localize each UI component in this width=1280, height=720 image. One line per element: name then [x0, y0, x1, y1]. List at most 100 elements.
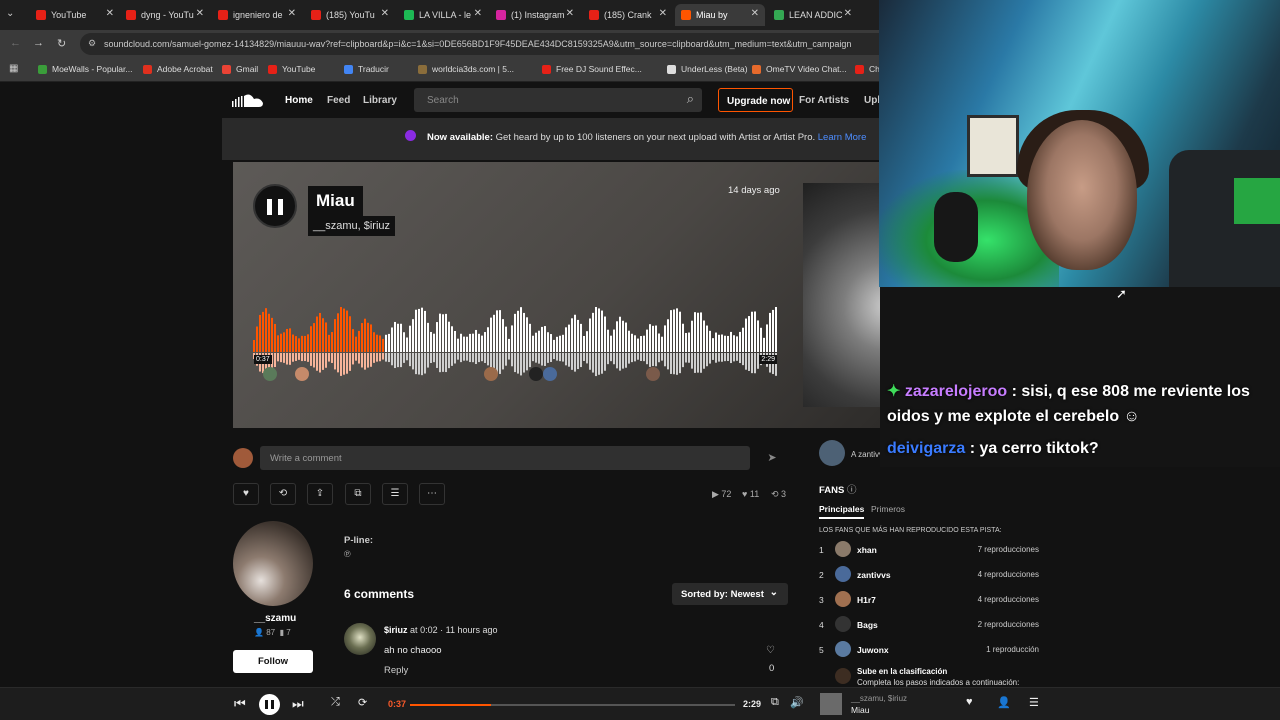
comment-input[interactable]: Write a comment: [260, 446, 750, 470]
browser-tab[interactable]: (185) Crank ✕: [583, 4, 673, 26]
player-track-thumbnail[interactable]: [820, 693, 842, 715]
more-button[interactable]: ⋯: [419, 483, 445, 505]
waveform-comment-avatar[interactable]: [529, 367, 543, 381]
uploader-avatar[interactable]: [233, 521, 313, 606]
close-tab-icon[interactable]: ✕: [659, 8, 667, 19]
nav-feed[interactable]: Feed: [327, 95, 350, 106]
search-icon[interactable]: ⌕: [687, 91, 694, 107]
player-follow-icon[interactable]: 👤: [997, 696, 1011, 709]
copy-link-button[interactable]: ⧉: [345, 483, 371, 505]
site-info-icon[interactable]: ⚙: [88, 38, 96, 49]
tracks-count[interactable]: 7: [286, 628, 290, 637]
search-input[interactable]: Search ⌕: [414, 88, 702, 112]
shuffle-icon[interactable]: ⤮: [331, 696, 340, 709]
bookmark-item[interactable]: OmeTV Video Chat...: [752, 64, 847, 74]
browser-tab[interactable]: LA VILLA - le ✕: [398, 4, 488, 26]
bookmark-item[interactable]: YouTube: [268, 64, 315, 74]
waveform-svg[interactable]: [253, 305, 778, 387]
back-icon[interactable]: ←: [10, 37, 21, 49]
fan-name[interactable]: Juwonx: [857, 645, 889, 655]
browser-tab[interactable]: YouTube ✕: [30, 4, 120, 26]
close-tab-icon[interactable]: ✕: [196, 8, 204, 19]
browser-tab[interactable]: (185) YouTu ✕: [305, 4, 395, 26]
fan-name[interactable]: H1r7: [857, 595, 876, 605]
learn-more-link[interactable]: Learn More: [818, 132, 867, 143]
close-tab-icon[interactable]: ✕: [288, 8, 296, 19]
tab-search-icon[interactable]: ⌄: [6, 8, 14, 19]
add-to-playlist-button[interactable]: ☰: [382, 483, 408, 505]
close-tab-icon[interactable]: ✕: [844, 8, 852, 19]
followers-count[interactable]: 87: [266, 628, 275, 637]
fan-row[interactable]: 3 H1r7 4 reproducciones: [819, 591, 1039, 611]
tab-primeros[interactable]: Primeros: [871, 504, 905, 514]
nav-library[interactable]: Library: [363, 95, 397, 106]
fan-row[interactable]: 4 Bags 2 reproducciones: [819, 616, 1039, 636]
bookmark-item[interactable]: Traducir: [344, 64, 389, 74]
like-button[interactable]: ♥: [233, 483, 259, 505]
upgrade-now-button[interactable]: Upgrade now: [718, 88, 793, 112]
comment-like-icon[interactable]: ♡: [766, 645, 775, 656]
comment-avatar[interactable]: [344, 623, 376, 655]
fan-row[interactable]: 2 zantivvs 4 reproducciones: [819, 566, 1039, 586]
waveform[interactable]: 0:37 2:29: [253, 305, 778, 387]
player-like-icon[interactable]: ♥: [966, 696, 973, 708]
sort-dropdown[interactable]: Sorted by: Newest ⌄: [672, 583, 788, 605]
repost-button[interactable]: ⟲: [270, 483, 296, 505]
fan-avatar[interactable]: [835, 566, 851, 582]
tab-principales[interactable]: Principales: [819, 504, 865, 519]
queue-icon[interactable]: ☰: [1029, 696, 1039, 709]
repeat-icon[interactable]: ⟳: [358, 696, 367, 709]
waveform-comment-avatar[interactable]: [263, 367, 277, 381]
reply-link[interactable]: Reply: [384, 665, 408, 676]
bookmark-item[interactable]: worldcia3ds.com | 5...: [418, 64, 514, 74]
waveform-comment-avatar[interactable]: [543, 367, 557, 381]
fan-row[interactable]: 5 Juwonx 1 reproducción: [819, 641, 1039, 661]
track-artist[interactable]: __szamu, $iriuz: [308, 216, 396, 236]
comment-time[interactable]: 0:02: [420, 625, 438, 635]
nav-for-artists[interactable]: For Artists: [799, 95, 849, 106]
close-tab-icon[interactable]: ✕: [381, 8, 389, 19]
likes-stat[interactable]: ♥ 11: [742, 489, 759, 499]
forward-icon[interactable]: →: [33, 37, 44, 49]
comment-user[interactable]: $iriuz: [384, 625, 408, 635]
player-artist[interactable]: __szamu, $iriuz: [851, 694, 907, 703]
apps-grid-icon[interactable]: ▦: [9, 63, 18, 74]
send-comment-icon[interactable]: ➤: [758, 446, 786, 470]
waveform-comment-avatar[interactable]: [646, 367, 660, 381]
waveform-comment-avatar[interactable]: [484, 367, 498, 381]
share-button[interactable]: ⇪: [307, 483, 333, 505]
browser-tab[interactable]: LEAN ADDIC ✕: [768, 4, 858, 26]
next-icon[interactable]: ⏭: [292, 696, 304, 712]
bookmark-item[interactable]: MoeWalls - Popular...: [38, 64, 132, 74]
fan-name[interactable]: Bags: [857, 620, 878, 630]
nav-upload[interactable]: Upl: [864, 95, 880, 106]
player-progress-bar[interactable]: [410, 704, 735, 706]
fan-name[interactable]: xhan: [857, 545, 877, 555]
bookmark-item[interactable]: UnderLess (Beta): [667, 64, 748, 74]
browser-tab[interactable]: Miau by ✕: [675, 4, 765, 26]
volume-icon[interactable]: 🔊: [790, 696, 804, 709]
close-tab-icon[interactable]: ✕: [474, 8, 482, 19]
info-icon[interactable]: ⓘ: [847, 485, 857, 496]
follow-button[interactable]: Follow: [233, 650, 313, 673]
fan-avatar[interactable]: [835, 641, 851, 657]
close-tab-icon[interactable]: ✕: [751, 8, 759, 19]
fan-name[interactable]: zantivvs: [857, 570, 891, 580]
fan-row[interactable]: 1 xhan 7 reproducciones: [819, 541, 1039, 561]
fan-avatar[interactable]: [835, 591, 851, 607]
address-bar[interactable]: ⚙ soundcloud.com/samuel-gomez-14134829/m…: [80, 33, 900, 55]
reposts-stat[interactable]: ⟲ 3: [771, 489, 786, 500]
fan-avatar[interactable]: [835, 616, 851, 632]
browser-tab[interactable]: igneniero de ✕: [212, 4, 302, 26]
bookmark-item[interactable]: Adobe Acrobat: [143, 64, 213, 74]
nav-home[interactable]: Home: [285, 95, 313, 106]
bookmark-item[interactable]: Gmail: [222, 64, 258, 74]
bookmark-item[interactable]: Free DJ Sound Effec...: [542, 64, 642, 74]
hero-pause-button[interactable]: [253, 184, 297, 228]
player-title[interactable]: Miau: [851, 705, 869, 715]
close-tab-icon[interactable]: ✕: [106, 8, 114, 19]
previous-icon[interactable]: ⏮: [234, 696, 246, 712]
fan-avatar[interactable]: [835, 541, 851, 557]
soundcloud-logo[interactable]: [232, 93, 264, 108]
reload-icon[interactable]: ↻: [57, 37, 66, 50]
